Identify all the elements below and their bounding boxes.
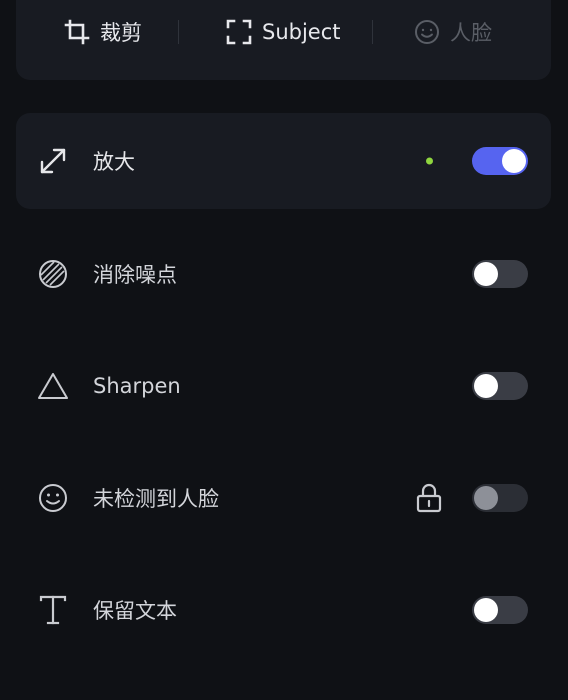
toggle-knob: [474, 374, 498, 398]
triangle-icon: [36, 369, 70, 403]
subject-mode-label: Subject: [262, 20, 341, 44]
option-row-sharpen[interactable]: Sharpen: [16, 338, 551, 434]
smiley-face-icon: [36, 481, 70, 515]
noise-reduction-icon: [36, 257, 70, 291]
toggle-knob: [502, 149, 526, 173]
subject-frame-icon: [226, 19, 252, 45]
text-icon: [36, 593, 70, 627]
divider: [372, 20, 373, 44]
option-row-upscale[interactable]: 放大: [16, 113, 551, 209]
face-toggle[interactable]: [472, 484, 528, 512]
face-mode-label: 人脸: [450, 21, 492, 45]
lock-icon: [414, 482, 444, 514]
keep-text-toggle[interactable]: [472, 596, 528, 624]
face-icon: [414, 19, 440, 45]
toggle-knob: [474, 598, 498, 622]
crop-mode-button[interactable]: 裁剪: [64, 16, 142, 48]
toggle-knob: [474, 262, 498, 286]
subject-mode-button[interactable]: Subject: [226, 16, 341, 48]
denoise-toggle[interactable]: [472, 260, 528, 288]
option-label: 保留文本: [93, 599, 177, 623]
face-mode-button[interactable]: 人脸: [414, 16, 492, 48]
option-label: 未检测到人脸: [93, 487, 219, 511]
option-row-text[interactable]: 保留文本: [16, 562, 551, 658]
upscale-toggle[interactable]: [472, 147, 528, 175]
option-row-face[interactable]: 未检测到人脸: [16, 450, 551, 546]
option-label: 消除噪点: [93, 263, 177, 287]
status-dot: [426, 157, 433, 165]
expand-arrows-icon: [36, 144, 70, 178]
toggle-knob: [474, 486, 498, 510]
crop-icon: [64, 19, 90, 45]
crop-mode-label: 裁剪: [100, 21, 142, 45]
option-label: Sharpen: [93, 374, 181, 398]
divider: [178, 20, 179, 44]
option-row-denoise[interactable]: 消除噪点: [16, 226, 551, 322]
sharpen-toggle[interactable]: [472, 372, 528, 400]
option-label: 放大: [93, 150, 135, 174]
